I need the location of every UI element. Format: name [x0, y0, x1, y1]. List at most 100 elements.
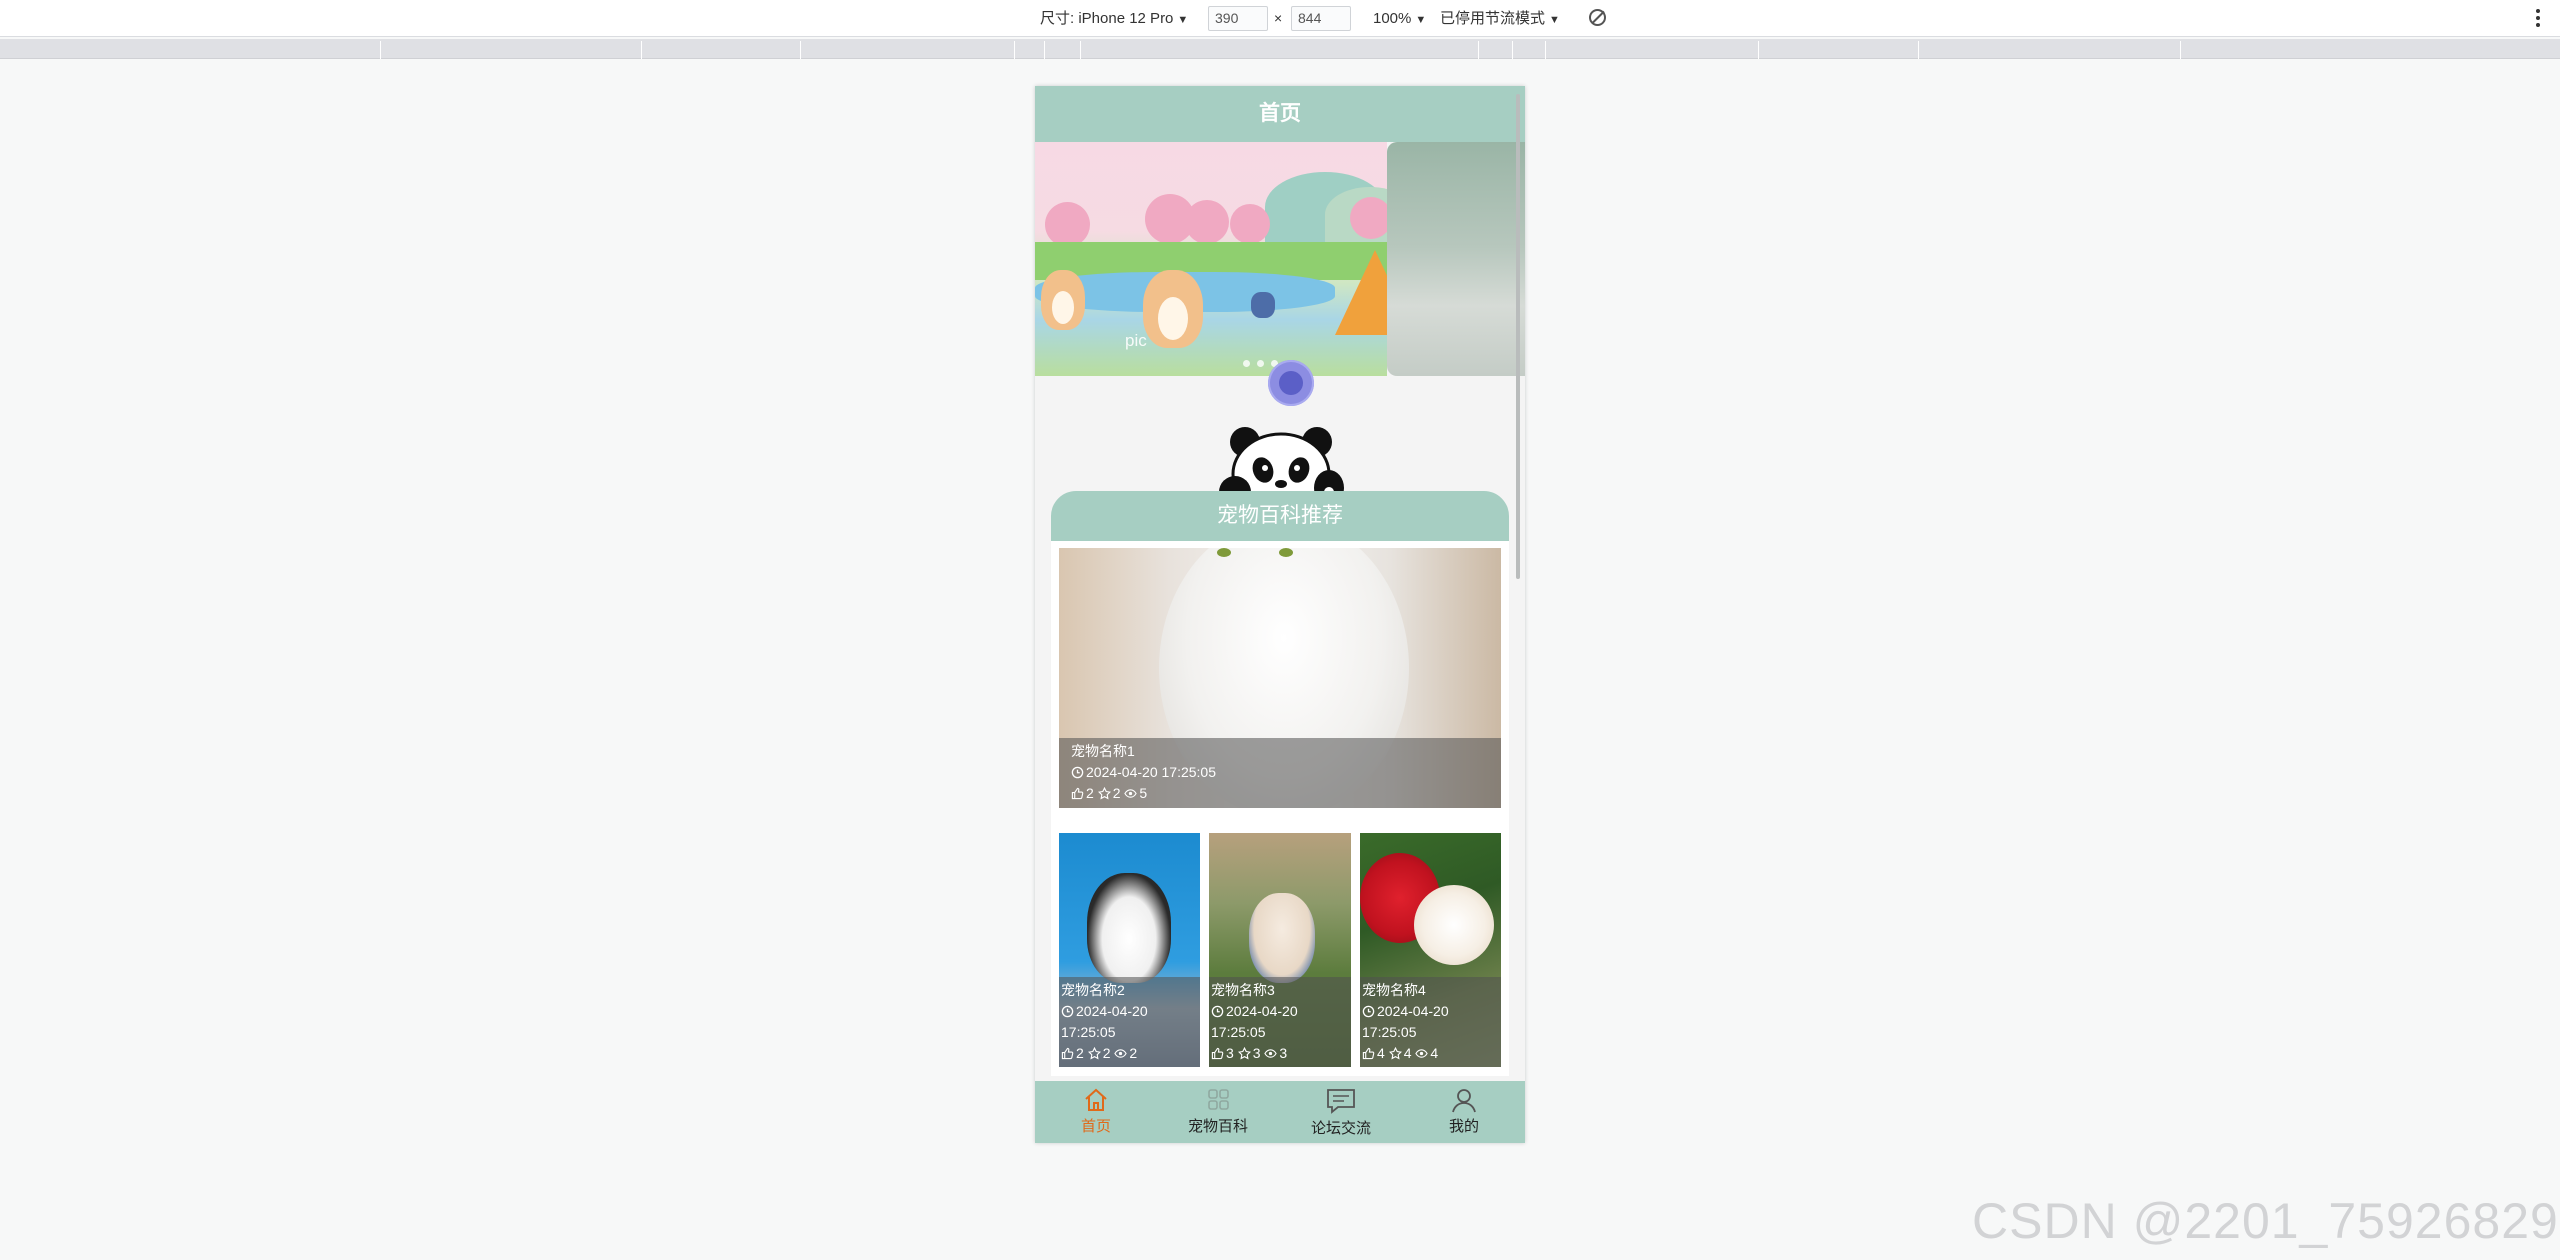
pet-date: 2024-04-20 17:25:05	[1071, 762, 1501, 783]
tree-shape	[1045, 202, 1090, 247]
star-icon[interactable]	[1087, 1047, 1101, 1060]
banner-carousel[interactable]: pic	[1035, 142, 1525, 376]
card-info: 宠物名称4 2024-04-20 17:25:05 4 4 4	[1360, 977, 1501, 1067]
banner-image[interactable]: pic	[1035, 142, 1387, 376]
eye-icon	[1114, 1049, 1128, 1058]
tab-home[interactable]: 首页	[1035, 1081, 1157, 1143]
pet-stats: 4 4 4	[1362, 1043, 1501, 1064]
device-label: 尺寸: iPhone 12 Pro	[1040, 10, 1174, 27]
home-icon	[1085, 1088, 1107, 1111]
dog-illustration	[1143, 270, 1203, 348]
views-count: 3	[1279, 1045, 1288, 1061]
carousel-dot[interactable]	[1257, 360, 1264, 367]
tab-label: 我的	[1448, 1118, 1479, 1135]
dog-illustration	[1041, 270, 1085, 330]
eye-icon	[1264, 1049, 1278, 1058]
thumbs-up-icon[interactable]	[1211, 1047, 1224, 1060]
pet-card[interactable]: 宠物名称4 2024-04-20 17:25:05 4 4 4	[1360, 833, 1501, 1067]
dog-photo	[1087, 873, 1171, 983]
likes-count: 2	[1086, 785, 1094, 801]
cat-eye	[1279, 548, 1293, 557]
clock-icon	[1071, 766, 1084, 779]
caret-down-icon: ▼	[1549, 14, 1560, 26]
stars-count: 2	[1112, 785, 1121, 801]
banner-next-image[interactable]	[1387, 142, 1525, 376]
clock-icon	[1061, 1005, 1074, 1018]
times-sign: ×	[1274, 10, 1283, 26]
thumbs-up-icon[interactable]	[1362, 1047, 1375, 1060]
date-text: 2024-04-20	[1226, 1003, 1298, 1019]
tab-forum[interactable]: 论坛交流	[1280, 1081, 1402, 1143]
thumbs-up-icon[interactable]	[1061, 1047, 1074, 1060]
devtools-device-toolbar: 尺寸: iPhone 12 Pro ▼ 390 × 844 100% ▼ 已停用节流…	[0, 0, 2560, 37]
tab-pet-encyclopedia[interactable]: 宠物百科	[1157, 1081, 1279, 1143]
card-info: 宠物名称1 2024-04-20 17:25:05 2 2 5	[1059, 738, 1501, 808]
views-count: 5	[1139, 785, 1148, 801]
date-text: 2024-04-20 17:25:05	[1086, 764, 1216, 780]
zoom-label: 100%	[1373, 10, 1412, 27]
carousel-dot[interactable]	[1243, 360, 1250, 367]
section-title: 宠物百科推荐	[1051, 491, 1509, 541]
pet-stats: 2 2 5	[1071, 783, 1501, 804]
user-icon	[1452, 1089, 1476, 1113]
pet-date: 2024-04-20	[1061, 1001, 1200, 1022]
tree-shape	[1350, 197, 1387, 239]
tab-mine[interactable]: 我的	[1403, 1081, 1525, 1143]
card-info: 宠物名称3 2024-04-20 17:25:05 3 3 3	[1209, 977, 1351, 1067]
stars-count: 3	[1252, 1045, 1261, 1061]
caret-down-icon: ▼	[1415, 14, 1427, 26]
page-title: 首页	[1035, 86, 1525, 142]
pet-card[interactable]: 宠物名称2 2024-04-20 17:25:05 2 2 2	[1059, 833, 1200, 1067]
pet-card[interactable]: 宠物名称3 2024-04-20 17:25:05 3 3 3	[1209, 833, 1351, 1067]
clock-icon	[1211, 1005, 1224, 1018]
featured-pet-card[interactable]: 宠物名称1 2024-04-20 17:25:05 2 2 5	[1059, 548, 1501, 808]
time-text: 17:25:05	[1362, 1024, 1417, 1040]
time-text: 17:25:05	[1061, 1024, 1116, 1040]
stars-count: 4	[1403, 1045, 1412, 1061]
height-input[interactable]: 844	[1291, 6, 1351, 31]
pet-name: 宠物名称3	[1211, 982, 1275, 998]
zoom-select[interactable]: 100% ▼	[1373, 0, 1426, 37]
pet-name: 宠物名称2	[1061, 982, 1125, 998]
dog-photo	[1249, 893, 1315, 983]
eye-icon	[1124, 789, 1138, 798]
star-icon[interactable]	[1237, 1047, 1251, 1060]
backpack-shape	[1251, 292, 1275, 318]
likes-count: 3	[1226, 1045, 1234, 1061]
tent-shape	[1335, 250, 1387, 335]
banner-caption: pic	[1125, 331, 1147, 350]
pet-stats: 2 2 2	[1061, 1043, 1200, 1064]
tab-label: 宠物百科	[1187, 1118, 1248, 1135]
more-options-icon[interactable]	[2530, 0, 2546, 37]
watermark: CSDN @2201_75926829	[1972, 1193, 2559, 1249]
throttle-select[interactable]: 已停用节流模式 ▼	[1440, 0, 1560, 37]
thumbs-up-icon[interactable]	[1071, 787, 1084, 800]
pet-date: 2024-04-20	[1362, 1001, 1501, 1022]
recommend-list: 宠物名称1 2024-04-20 17:25:05 2 2 5 宠物名称2 20…	[1051, 541, 1509, 1076]
scrollbar[interactable]	[1516, 94, 1520, 579]
media-query-ruler[interactable]	[0, 39, 2560, 59]
dog-photo	[1414, 885, 1494, 965]
date-text: 2024-04-20	[1076, 1003, 1148, 1019]
throttle-label: 已停用节流模式	[1440, 10, 1546, 27]
eye-icon	[1415, 1049, 1429, 1058]
floating-assistant-button[interactable]	[1268, 360, 1314, 406]
pet-name: 宠物名称4	[1362, 982, 1426, 998]
rotate-icon[interactable]	[1589, 9, 1606, 26]
width-input[interactable]: 390	[1208, 6, 1268, 31]
stars-count: 2	[1102, 1045, 1111, 1061]
caret-down-icon: ▼	[1177, 14, 1189, 26]
device-select[interactable]: 尺寸: iPhone 12 Pro ▼	[1040, 0, 1188, 37]
grid-icon	[1208, 1089, 1229, 1110]
pet-name: 宠物名称1	[1071, 743, 1135, 759]
pet-stats: 3 3 3	[1211, 1043, 1351, 1064]
phone-viewport: 首页 pic 宠物百科推荐 宠物名称1 2024-04-20 17:25:05 …	[1035, 86, 1525, 1143]
views-count: 4	[1430, 1045, 1439, 1061]
time-text: 17:25:05	[1211, 1024, 1266, 1040]
tree-shape	[1185, 200, 1229, 244]
chat-icon	[1327, 1089, 1355, 1114]
tab-label: 论坛交流	[1310, 1120, 1371, 1137]
star-icon[interactable]	[1097, 787, 1111, 800]
star-icon[interactable]	[1388, 1047, 1402, 1060]
clock-icon	[1362, 1005, 1375, 1018]
